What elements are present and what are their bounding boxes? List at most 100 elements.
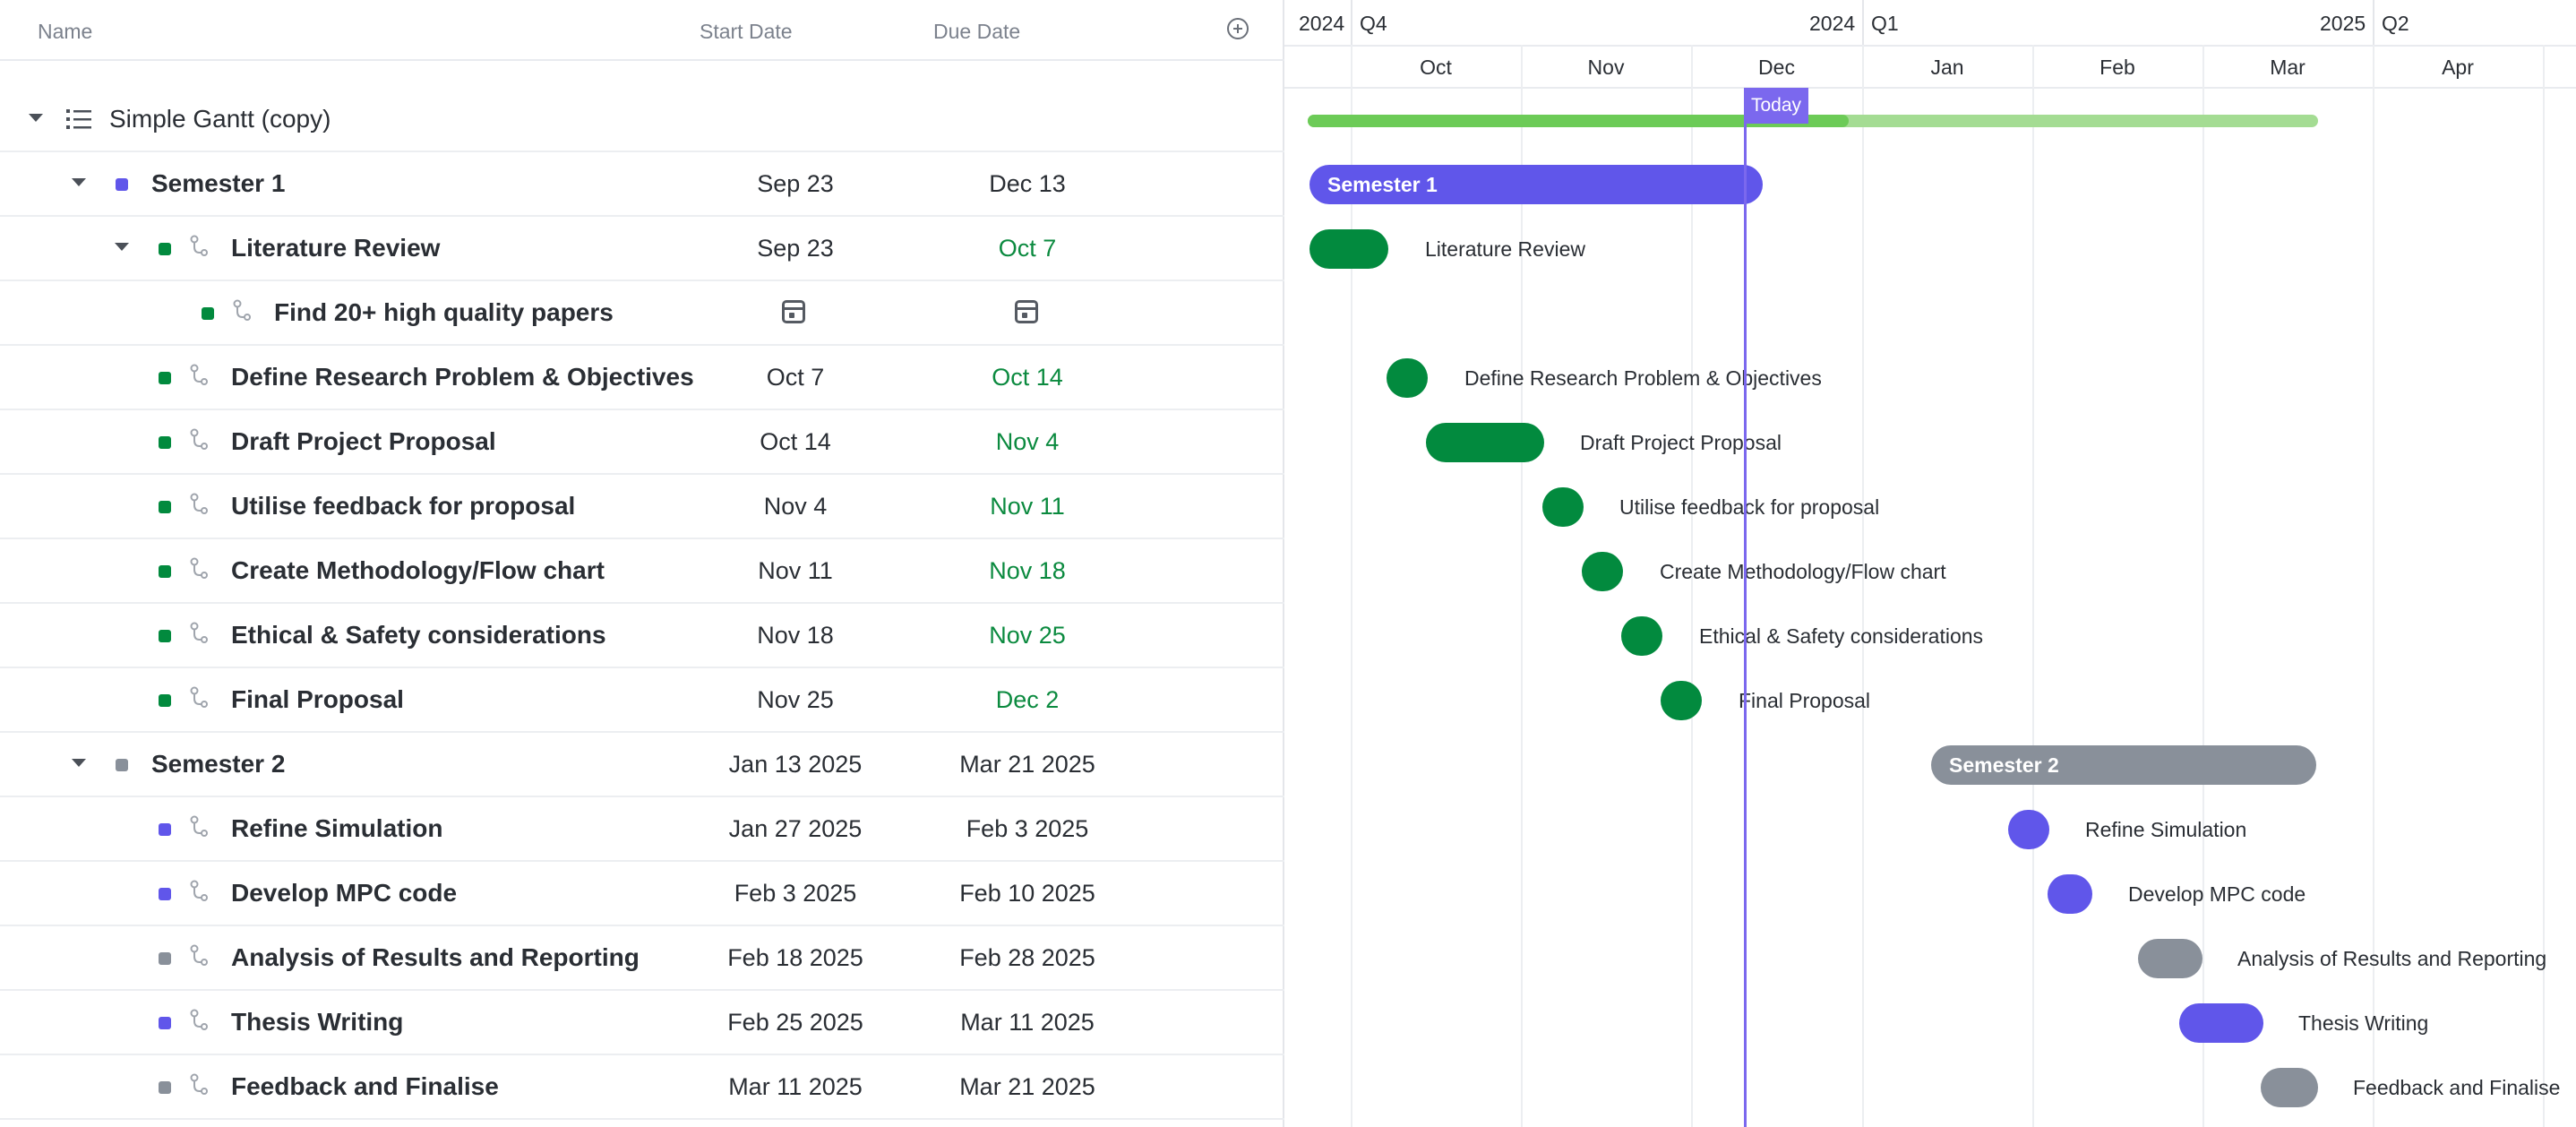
table-row[interactable]: Ethical & Safety considerations Nov 18 N… — [0, 604, 1284, 668]
gantt-bar[interactable] — [1661, 681, 1702, 720]
task-name[interactable]: Create Methodology/Flow chart — [231, 539, 605, 602]
task-name[interactable]: Semester 2 — [151, 733, 285, 796]
table-row[interactable]: Thesis Writing Feb 25 2025 Mar 11 2025 — [0, 991, 1284, 1055]
due-date[interactable]: Nov 18 — [920, 539, 1135, 602]
task-name[interactable]: Define Research Problem & Objectives — [231, 346, 694, 409]
status-square-icon[interactable] — [159, 501, 171, 513]
start-date[interactable]: Jan 13 2025 — [688, 733, 903, 796]
today-marker[interactable]: Today — [1744, 88, 1808, 124]
table-row[interactable]: Draft Project Proposal Oct 14 Nov 4 — [0, 410, 1284, 475]
due-date[interactable]: Oct 14 — [920, 346, 1135, 409]
task-name[interactable]: Refine Simulation — [231, 797, 442, 860]
gantt-bar[interactable]: Semester 2 — [1931, 745, 2316, 785]
project-name[interactable]: Simple Gantt (copy) — [109, 88, 331, 151]
start-date[interactable]: Nov 18 — [688, 604, 903, 667]
gantt-bar[interactable] — [1542, 487, 1584, 527]
collapse-caret-icon[interactable] — [72, 178, 86, 186]
gantt-bar[interactable]: Semester 1 — [1309, 165, 1763, 204]
due-date[interactable]: Feb 3 2025 — [920, 797, 1135, 860]
column-start-date-header[interactable]: Start Date — [700, 20, 793, 44]
task-name[interactable]: Literature Review — [231, 217, 440, 280]
status-square-icon[interactable] — [159, 694, 171, 707]
start-date[interactable]: Nov 11 — [688, 539, 903, 602]
gantt-bar[interactable] — [1621, 616, 1662, 656]
status-square-icon[interactable] — [159, 630, 171, 642]
task-name[interactable]: Ethical & Safety considerations — [231, 604, 606, 667]
status-square-icon[interactable] — [159, 823, 171, 836]
table-row[interactable]: Utilise feedback for proposal Nov 4 Nov … — [0, 475, 1284, 539]
start-date[interactable]: Nov 4 — [688, 475, 903, 538]
status-square-icon[interactable] — [159, 1017, 171, 1029]
start-date[interactable]: Oct 14 — [688, 410, 903, 473]
column-due-date-header[interactable]: Due Date — [933, 20, 1020, 44]
start-date[interactable]: Feb 3 2025 — [688, 862, 903, 925]
gantt-bar[interactable] — [1426, 423, 1544, 462]
gantt-bar[interactable] — [1387, 358, 1428, 398]
due-date[interactable]: Mar 11 2025 — [920, 991, 1135, 1054]
due-date[interactable]: Dec 2 — [920, 668, 1135, 731]
collapse-caret-icon[interactable] — [29, 114, 43, 122]
status-square-icon[interactable] — [116, 759, 128, 771]
task-name[interactable]: Develop MPC code — [231, 862, 457, 925]
table-row[interactable]: Semester 2 Jan 13 2025 Mar 21 2025 — [0, 733, 1284, 797]
task-name[interactable]: Utilise feedback for proposal — [231, 475, 575, 538]
table-row[interactable]: Analysis of Results and Reporting Feb 18… — [0, 926, 1284, 991]
collapse-caret-icon[interactable] — [115, 243, 129, 251]
task-name[interactable]: Find 20+ high quality papers — [274, 281, 614, 344]
table-row[interactable]: Define Research Problem & Objectives Oct… — [0, 346, 1284, 410]
gantt-bar[interactable] — [1309, 229, 1388, 269]
start-date[interactable]: Sep 23 — [688, 217, 903, 280]
gantt-bar[interactable] — [2179, 1003, 2263, 1043]
table-row[interactable]: Literature Review Sep 23 Oct 7 — [0, 217, 1284, 281]
task-name[interactable]: Analysis of Results and Reporting — [231, 926, 640, 989]
start-date-calendar-icon[interactable] — [782, 300, 805, 323]
table-row[interactable]: Refine Simulation Jan 27 2025 Feb 3 2025 — [0, 797, 1284, 862]
due-date[interactable]: Mar 21 2025 — [920, 1055, 1135, 1118]
task-name[interactable]: Thesis Writing — [231, 991, 403, 1054]
status-square-icon[interactable] — [159, 1081, 171, 1094]
start-date[interactable]: Jan 27 2025 — [688, 797, 903, 860]
table-row[interactable]: Semester 1 Sep 23 Dec 13 — [0, 152, 1284, 217]
start-date[interactable]: Feb 18 2025 — [688, 926, 903, 989]
gantt-bar[interactable] — [2008, 810, 2049, 849]
status-square-icon[interactable] — [116, 178, 128, 191]
due-date[interactable]: Mar 21 2025 — [920, 733, 1135, 796]
due-date[interactable]: Oct 7 — [920, 217, 1135, 280]
column-name-header[interactable]: Name — [38, 20, 92, 44]
table-row[interactable]: Find 20+ high quality papers — [0, 281, 1284, 346]
start-date[interactable]: Mar 11 2025 — [688, 1055, 903, 1118]
task-name[interactable]: Draft Project Proposal — [231, 410, 496, 473]
start-date[interactable]: Nov 25 — [688, 668, 903, 731]
status-square-icon[interactable] — [202, 307, 214, 320]
gantt-bar[interactable] — [1582, 552, 1623, 591]
status-square-icon[interactable] — [159, 436, 171, 449]
table-row[interactable]: Feedback and Finalise Mar 11 2025 Mar 21… — [0, 1055, 1284, 1120]
gantt-bar[interactable] — [2138, 939, 2202, 978]
status-square-icon[interactable] — [159, 565, 171, 578]
status-square-icon[interactable] — [159, 952, 171, 965]
start-date[interactable]: Oct 7 — [688, 346, 903, 409]
due-date[interactable]: Nov 25 — [920, 604, 1135, 667]
table-row[interactable]: Final Proposal Nov 25 Dec 2 — [0, 668, 1284, 733]
table-row[interactable]: Develop MPC code Feb 3 2025 Feb 10 2025 — [0, 862, 1284, 926]
add-column-icon[interactable] — [1227, 18, 1249, 39]
start-date[interactable]: Sep 23 — [688, 152, 903, 215]
task-name[interactable]: Final Proposal — [231, 668, 404, 731]
gantt-bar[interactable] — [2048, 874, 2092, 914]
due-date[interactable]: Dec 13 — [920, 152, 1135, 215]
due-date[interactable]: Feb 10 2025 — [920, 862, 1135, 925]
collapse-caret-icon[interactable] — [72, 759, 86, 767]
due-date[interactable]: Nov 4 — [920, 410, 1135, 473]
status-square-icon[interactable] — [159, 243, 171, 255]
due-date[interactable]: Nov 11 — [920, 475, 1135, 538]
project-row[interactable]: Simple Gantt (copy) — [0, 88, 1284, 152]
status-square-icon[interactable] — [159, 888, 171, 900]
gantt-bar[interactable] — [2261, 1068, 2318, 1107]
task-name[interactable]: Feedback and Finalise — [231, 1055, 499, 1118]
task-name[interactable]: Semester 1 — [151, 152, 285, 215]
start-date[interactable]: Feb 25 2025 — [688, 991, 903, 1054]
due-date[interactable]: Feb 28 2025 — [920, 926, 1135, 989]
table-row[interactable]: Create Methodology/Flow chart Nov 11 Nov… — [0, 539, 1284, 604]
status-square-icon[interactable] — [159, 372, 171, 384]
due-date-calendar-icon[interactable] — [1015, 300, 1038, 323]
